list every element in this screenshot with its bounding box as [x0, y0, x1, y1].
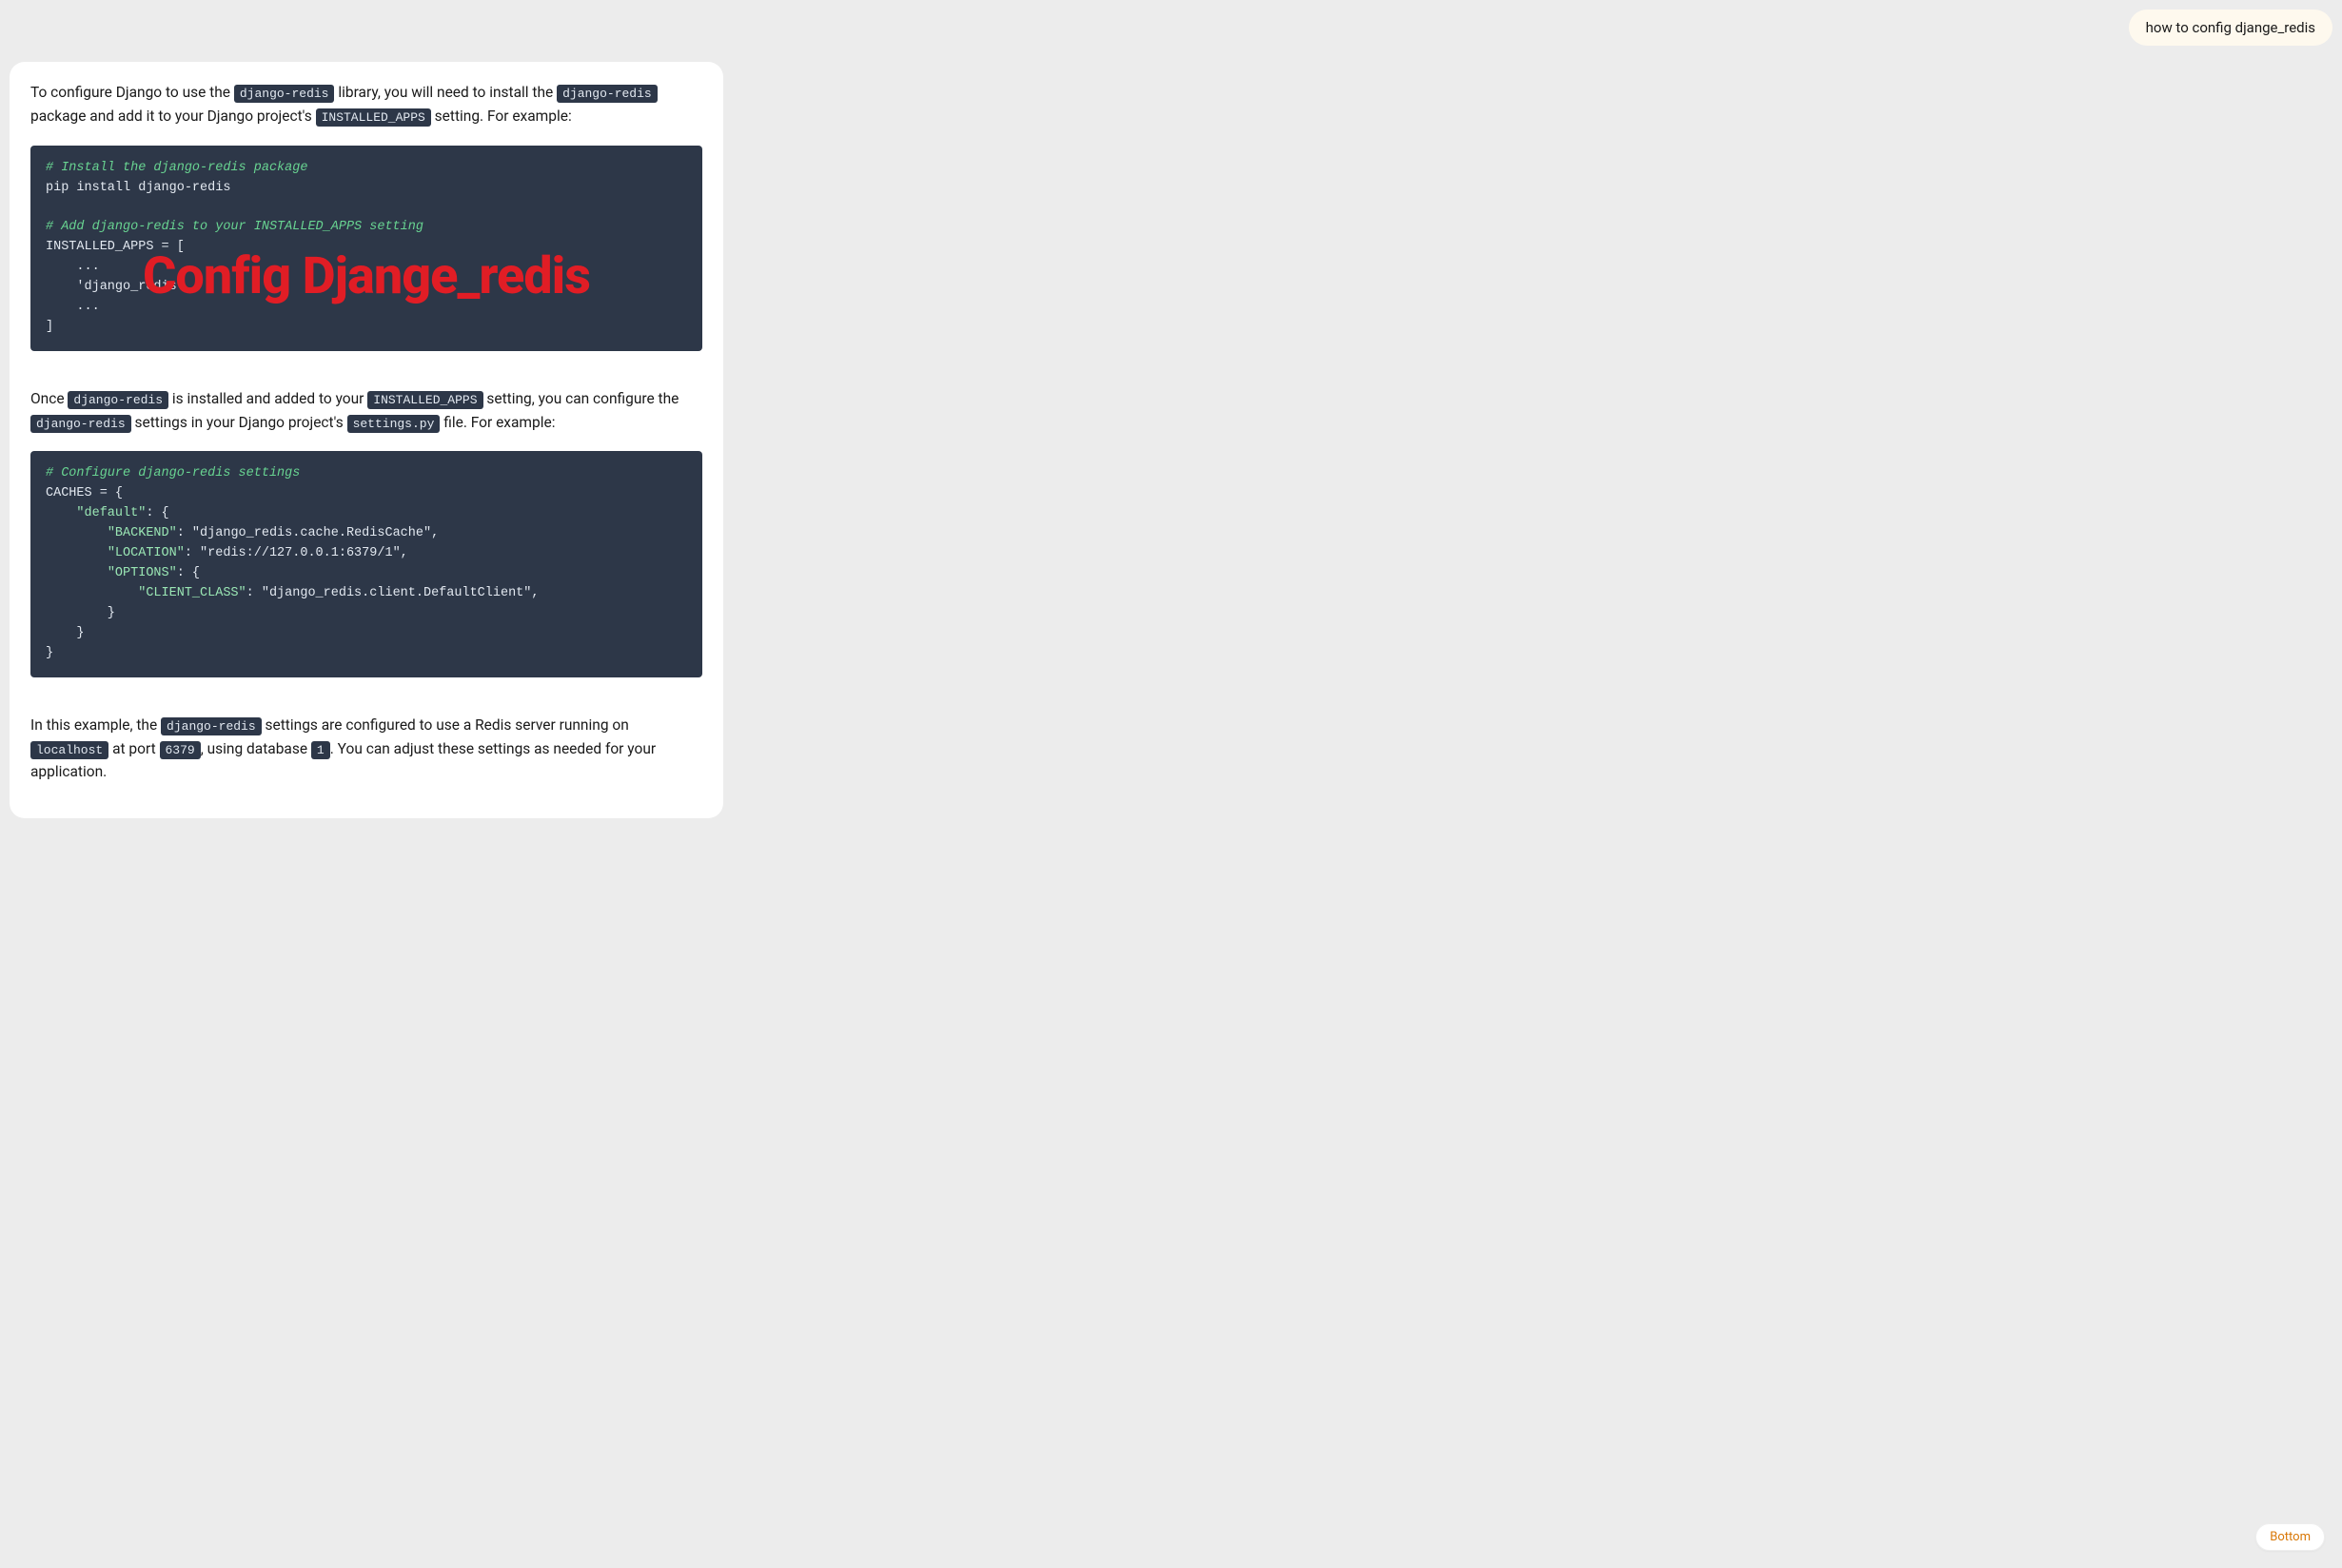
- text: file. For example:: [440, 414, 555, 431]
- code-line: CACHES = {: [46, 486, 123, 500]
- paragraph-3: In this example, the django-redis settin…: [30, 714, 702, 784]
- assistant-message: To configure Django to use the django-re…: [10, 62, 723, 818]
- code-inline: 6379: [160, 741, 201, 759]
- code-inline: django-redis: [68, 391, 168, 409]
- code-inline: settings.py: [347, 415, 441, 433]
- code-block-1-wrapper: # Install the django-redis package pip i…: [30, 146, 702, 351]
- code-line: : "redis://127.0.0.1:6379/1",: [185, 546, 408, 560]
- code-line: pip install django-redis: [46, 181, 230, 195]
- code-key: "BACKEND": [108, 526, 177, 540]
- code-block-2-wrapper: # Configure django-redis settings CACHES…: [30, 451, 702, 676]
- code-comment: # Configure django-redis settings: [46, 466, 300, 480]
- text: package and add it to your Django projec…: [30, 108, 316, 125]
- user-message-text: how to config djange_redis: [2146, 19, 2315, 36]
- text: setting. For example:: [431, 108, 572, 125]
- code-line: }: [46, 626, 85, 640]
- code-line: : {: [177, 566, 200, 580]
- code-line: ...: [46, 300, 100, 314]
- bottom-button[interactable]: Bottom: [2255, 1523, 2325, 1551]
- paragraph-2: Once django-redis is installed and added…: [30, 387, 702, 435]
- code-inline: django-redis: [557, 85, 658, 103]
- paragraph-1: To configure Django to use the django-re…: [30, 81, 702, 128]
- code-pad: [46, 586, 138, 600]
- text: settings are configured to use a Redis s…: [262, 716, 629, 734]
- code-block-1[interactable]: # Install the django-redis package pip i…: [30, 146, 702, 351]
- code-inline: 1: [311, 741, 330, 759]
- code-key: "default": [76, 506, 146, 520]
- code-inline: django-redis: [234, 85, 335, 103]
- text: at port: [108, 740, 159, 757]
- code-line: ...: [46, 260, 100, 274]
- text: is installed and added to your: [168, 390, 367, 407]
- code-line: INSTALLED_APPS = [: [46, 240, 185, 254]
- code-line: : {: [146, 506, 168, 520]
- text: In this example, the: [30, 716, 161, 734]
- code-line: : "django_redis.cache.RedisCache",: [177, 526, 439, 540]
- text: Once: [30, 390, 68, 407]
- code-block-2[interactable]: # Configure django-redis settings CACHES…: [30, 451, 702, 676]
- code-pad: [46, 526, 108, 540]
- code-comment: # Add django-redis to your INSTALLED_APP…: [46, 220, 423, 234]
- code-line: : "django_redis.client.DefaultClient",: [246, 586, 540, 600]
- code-pad: [46, 506, 76, 520]
- code-inline: localhost: [30, 741, 108, 759]
- code-comment: # Install the django-redis package: [46, 161, 307, 175]
- code-line: 'django_redis',: [46, 280, 192, 294]
- user-message: how to config djange_redis: [2129, 10, 2332, 46]
- code-line: ]: [46, 320, 53, 334]
- code-pad: [46, 546, 108, 560]
- text: , using database: [201, 740, 311, 757]
- code-inline: INSTALLED_APPS: [367, 391, 482, 409]
- code-inline: django-redis: [30, 415, 131, 433]
- code-key: "LOCATION": [108, 546, 185, 560]
- code-key: "OPTIONS": [108, 566, 177, 580]
- text: setting, you can configure the: [483, 390, 679, 407]
- text: library, you will need to install the: [334, 84, 557, 101]
- text: To configure Django to use the: [30, 84, 234, 101]
- code-pad: [46, 566, 108, 580]
- code-inline: django-redis: [161, 717, 262, 735]
- text: settings in your Django project's: [131, 414, 347, 431]
- bottom-button-label: Bottom: [2270, 1530, 2311, 1544]
- code-line: }: [46, 646, 53, 660]
- code-key: "CLIENT_CLASS": [138, 586, 246, 600]
- code-inline: INSTALLED_APPS: [316, 108, 431, 127]
- code-line: }: [46, 606, 115, 620]
